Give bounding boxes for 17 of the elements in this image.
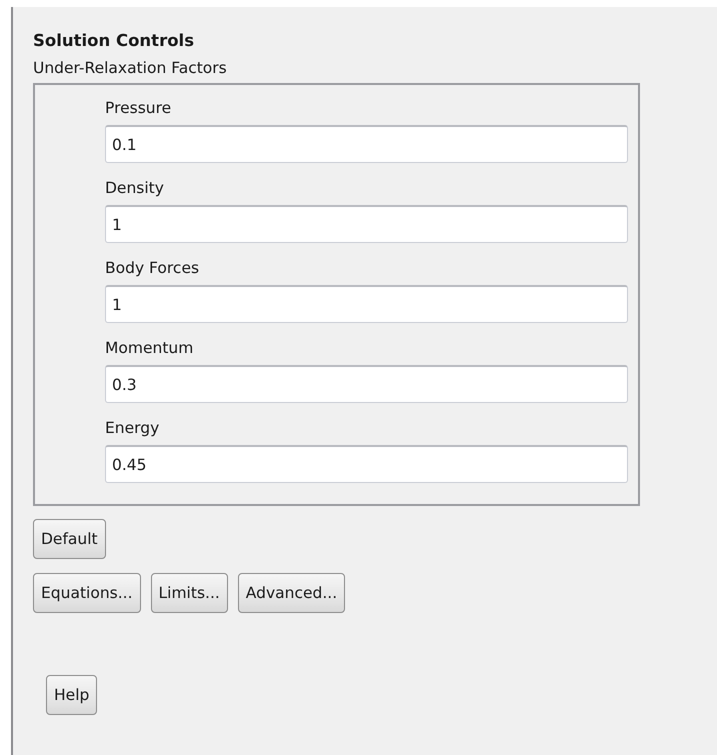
help-button[interactable]: Help xyxy=(46,675,98,715)
input-field[interactable]: 0.1 xyxy=(105,125,628,163)
field-label: Momentum xyxy=(105,339,194,359)
field-label: Energy xyxy=(105,419,160,439)
field-label: Body Forces xyxy=(105,259,200,279)
dialog-button[interactable]: Equations... xyxy=(33,573,141,613)
input-field[interactable]: 1 xyxy=(105,205,628,243)
input-field[interactable]: 1 xyxy=(105,285,628,323)
group-label: Under-Relaxation Factors xyxy=(33,59,228,79)
panel-title: Solution Controls xyxy=(33,31,196,52)
default-button[interactable]: Default xyxy=(33,519,106,559)
dialog-button[interactable]: Limits... xyxy=(150,573,228,613)
input-field[interactable]: 0.3 xyxy=(105,365,628,403)
input-field[interactable]: 0.45 xyxy=(105,445,628,483)
field-label: Pressure xyxy=(105,99,172,119)
dialog-button[interactable]: Advanced... xyxy=(238,573,346,613)
field-label: Density xyxy=(105,179,165,199)
